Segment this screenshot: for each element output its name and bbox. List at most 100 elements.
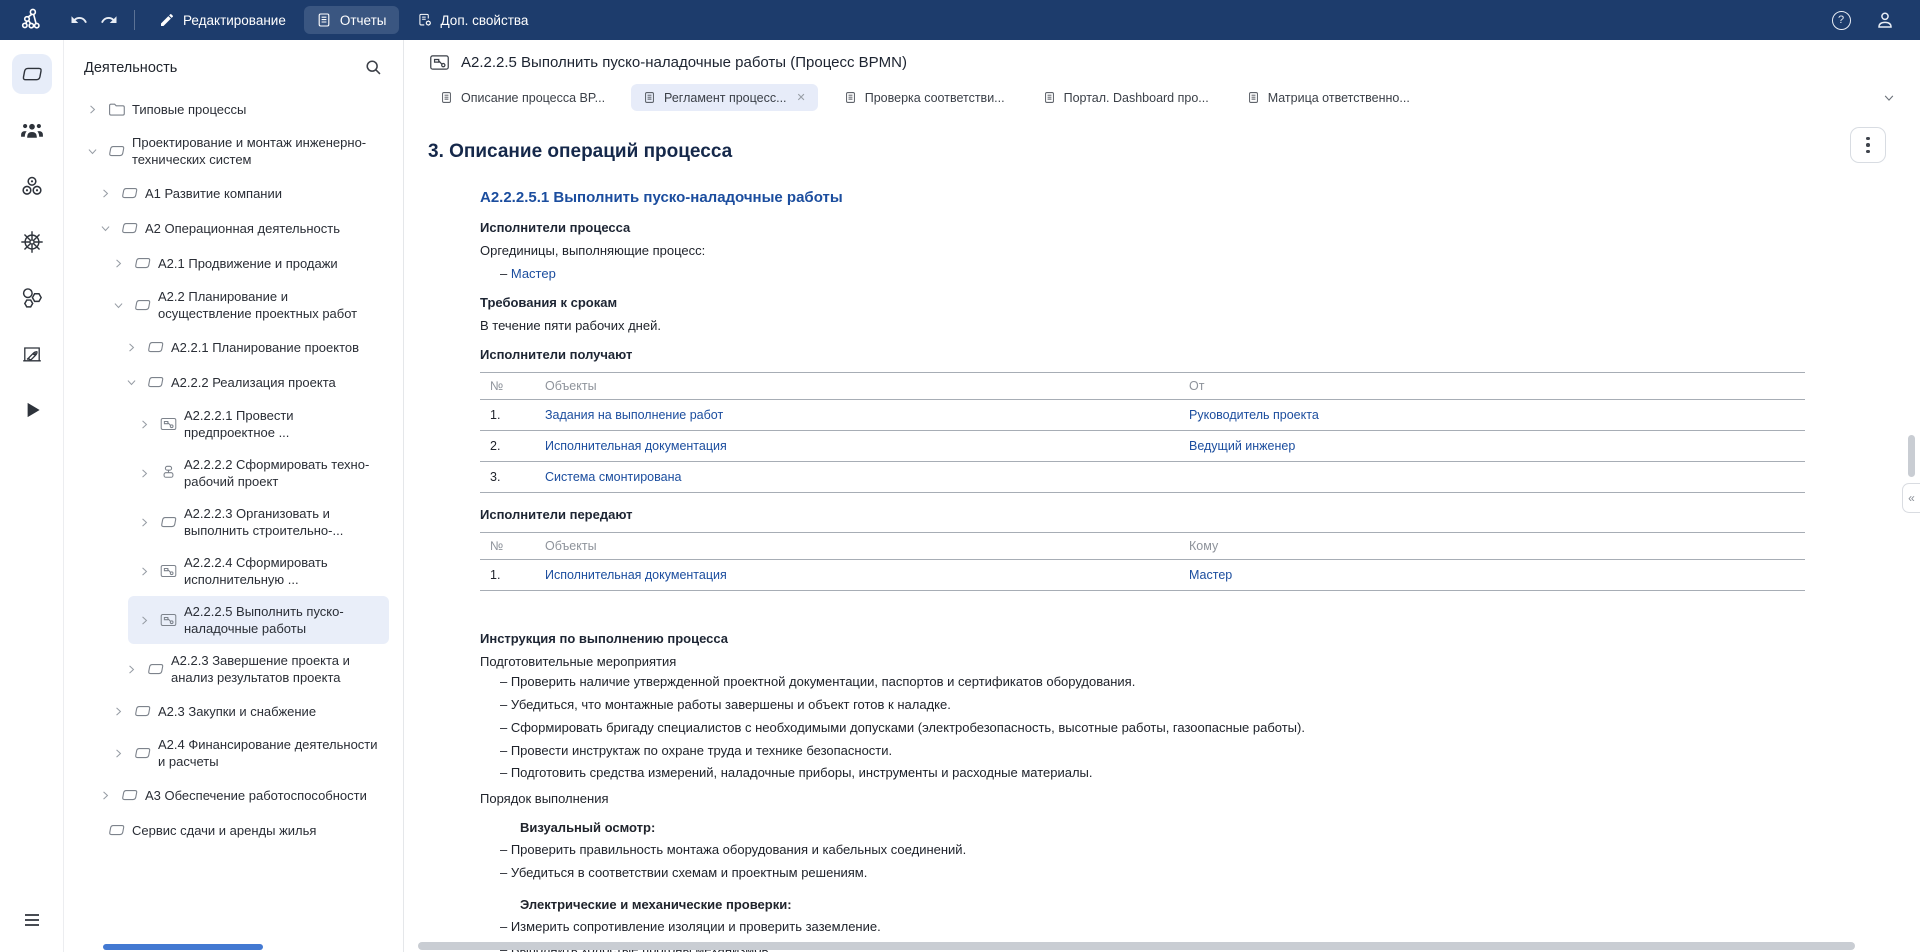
rail-button-play-icon[interactable] — [12, 390, 52, 430]
tree-item[interactable]: А1 Развитие компании — [89, 176, 389, 210]
table-row: 1.Исполнительная документацияМастер — [480, 560, 1805, 591]
table-cell[interactable]: Мастер — [1179, 560, 1805, 591]
chevron-right-icon[interactable] — [84, 101, 100, 117]
document-menu-button[interactable] — [1850, 127, 1886, 163]
chevron-right-icon[interactable] — [123, 661, 139, 677]
tree-item[interactable]: А2.2.2.2 Сформировать техно-рабочий прое… — [128, 449, 389, 497]
tree-item-label: А2.3 Закупки и снабжение — [158, 703, 316, 720]
search-button[interactable] — [364, 58, 383, 77]
tree-item[interactable]: А3 Обеспечение работоспособности — [89, 778, 389, 812]
tab-2[interactable]: Проверка соответстви... — [832, 84, 1017, 111]
process-icon — [158, 512, 178, 532]
table-cell: 3. — [480, 462, 535, 493]
chevron-down-icon[interactable] — [97, 220, 113, 236]
process-icon — [132, 701, 152, 721]
table-cell[interactable]: Задания на выполнение работ — [535, 400, 1179, 431]
rail-button-menu-icon[interactable] — [12, 900, 52, 940]
menu-item-0[interactable]: Редактирование — [147, 6, 298, 34]
help-button[interactable]: ? — [1826, 5, 1856, 35]
table-row: 3.Система смонтирована — [480, 462, 1805, 493]
chevron-right-icon[interactable] — [136, 612, 152, 628]
tree-item[interactable]: А2.2.2.1 Провести предпроектное ... — [128, 400, 389, 448]
tree-item[interactable]: А2.4 Финансирование деятельности и расче… — [102, 729, 389, 777]
table-cell[interactable]: Ведущий инженер — [1179, 431, 1805, 462]
user-button[interactable] — [1870, 5, 1900, 35]
tab-0[interactable]: Описание процесса BP... — [428, 84, 617, 111]
rocket-launch-icon — [20, 342, 44, 366]
process-icon — [20, 62, 44, 86]
redo-button[interactable] — [94, 5, 124, 35]
tab-label: Портал. Dashboard про... — [1064, 91, 1209, 105]
tree-item[interactable]: А2.2.2.3 Организовать и выполнить строит… — [128, 498, 389, 546]
undo-button[interactable] — [64, 5, 94, 35]
transfer-label: Исполнители передают — [480, 507, 1805, 522]
rail-button-org-structure-icon[interactable] — [12, 110, 52, 150]
chevron-down-icon[interactable] — [84, 143, 100, 159]
tree-item-label: А2.2.2.5 Выполнить пуско-наладочные рабо… — [184, 603, 381, 637]
chevron-right-icon[interactable] — [110, 703, 126, 719]
pencil-icon — [159, 12, 175, 28]
chevron-down-icon[interactable] — [123, 374, 139, 390]
menu-item-2[interactable]: Доп. свойства — [405, 6, 541, 34]
chevron-down-icon[interactable] — [110, 297, 126, 313]
table-cell[interactable]: Исполнительная документация — [535, 431, 1179, 462]
column-header: Объекты — [535, 533, 1179, 560]
rail-button-rocket-launch-icon[interactable] — [12, 334, 52, 374]
tree-item-label: А2.2.2.3 Организовать и выполнить строит… — [184, 505, 381, 539]
menu-icon — [21, 909, 43, 931]
chevron-right-icon[interactable] — [97, 185, 113, 201]
chevron-right-icon[interactable] — [136, 465, 152, 481]
chevron-right-icon[interactable] — [136, 514, 152, 530]
instruction-dash: – Провести инструктаж по охране труда и … — [480, 742, 1805, 761]
performer-link[interactable]: Мастер — [511, 266, 556, 281]
tree-item[interactable]: Типовые процессы — [76, 92, 389, 126]
tree-item[interactable]: А2.2.2.4 Сформировать исполнительную ... — [128, 547, 389, 595]
process-icon — [106, 141, 126, 161]
tree-item[interactable]: А2 Операционная деятельность — [89, 211, 389, 245]
menu-item-1[interactable]: Отчеты — [304, 6, 399, 34]
close-icon[interactable]: ✕ — [797, 91, 806, 104]
rail-button-hex-group-icon[interactable] — [12, 278, 52, 318]
topbar-menu: Редактирование Отчеты Доп. свойства — [147, 6, 540, 34]
rail-button-process-icon[interactable] — [12, 54, 52, 94]
tree-item[interactable]: А2.2.3 Завершение проекта и анализ резул… — [115, 645, 389, 693]
app-logo[interactable] — [0, 7, 64, 33]
chevron-right-icon[interactable] — [136, 563, 152, 579]
table-cell[interactable]: Система смонтирована — [535, 462, 1179, 493]
tree-item[interactable]: Проектирование и монтаж инженерно-технич… — [76, 127, 389, 175]
tab-4[interactable]: Матрица ответственно... — [1235, 84, 1422, 111]
data-table: №ОбъектыОт1.Задания на выполнение работР… — [480, 372, 1805, 493]
horizontal-scrollbar[interactable] — [418, 942, 1884, 950]
tabs-overflow-button[interactable] — [1882, 91, 1896, 105]
doc-heading: 3. Описание операций процесса — [428, 141, 1896, 163]
chevron-right-icon[interactable] — [110, 255, 126, 271]
performer-item: – Мастер — [500, 266, 1805, 281]
table-header-row: №ОбъектыКому — [480, 533, 1805, 560]
chevron-right-icon[interactable] — [123, 339, 139, 355]
report-icon — [316, 12, 332, 28]
menu-item-label: Отчеты — [340, 13, 387, 28]
chevron-right-icon[interactable] — [97, 787, 113, 803]
tree-item[interactable]: А2.3 Закупки и снабжение — [102, 694, 389, 728]
rail-button-molecule-icon[interactable] — [12, 166, 52, 206]
tree-item[interactable]: Сервис сдачи и аренды жилья — [76, 813, 389, 847]
document-icon — [1043, 90, 1056, 105]
hex-group-icon — [20, 286, 44, 310]
tree-item[interactable]: А2.1 Продвижение и продажи — [102, 246, 389, 280]
tree-item[interactable]: А2.2 Планирование и осуществление проект… — [102, 281, 389, 329]
table-cell[interactable]: Руководитель проекта — [1179, 400, 1805, 431]
tree-horizontal-scrollbar[interactable] — [103, 944, 263, 950]
collapse-panel-button[interactable]: « — [1902, 483, 1920, 513]
tree-item[interactable]: А2.2.2 Реализация проекта — [115, 365, 389, 399]
folder-icon — [106, 99, 126, 119]
bpmn-icon — [158, 610, 178, 630]
tree-item[interactable]: А2.2.2.5 Выполнить пуско-наладочные рабо… — [128, 596, 389, 644]
table-cell[interactable]: Исполнительная документация — [535, 560, 1179, 591]
vertical-scrollbar[interactable] — [1908, 435, 1915, 477]
tree-item[interactable]: А2.2.1 Планирование проектов — [115, 330, 389, 364]
rail-button-helm-icon[interactable] — [12, 222, 52, 262]
chevron-right-icon[interactable] — [110, 745, 126, 761]
tab-3[interactable]: Портал. Dashboard про... — [1031, 84, 1221, 111]
chevron-right-icon[interactable] — [136, 416, 152, 432]
tab-1[interactable]: Регламент процесс... ✕ — [631, 84, 818, 111]
